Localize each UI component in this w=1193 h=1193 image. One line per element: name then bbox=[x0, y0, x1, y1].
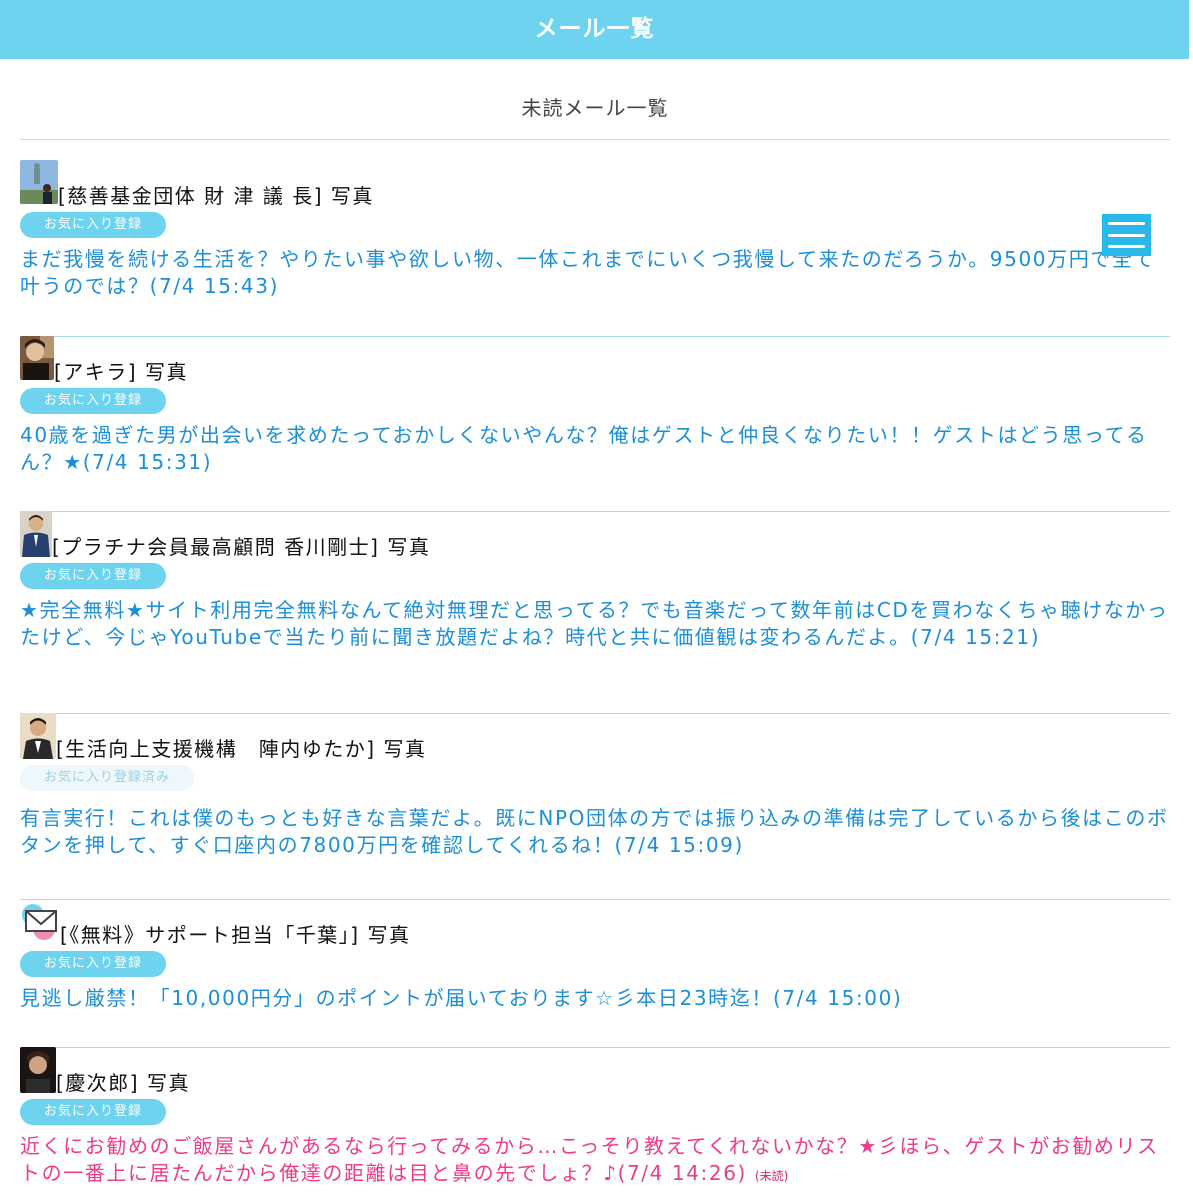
mail-preview[interactable]: ★完全無料★サイト利用完全無料なんて絶対無理だと思ってる？でも音楽だって数年前は… bbox=[20, 597, 1170, 651]
avatar[interactable] bbox=[20, 713, 56, 759]
menu-line bbox=[1108, 233, 1145, 237]
sender-name[interactable]: [慈善基金団体 財 津 議 長] 写真 bbox=[58, 184, 374, 208]
mail-preview[interactable]: 有言実行！これは僕のもっとも好きな言葉だよ。既にNPO団体の方では振り込みの準備… bbox=[20, 805, 1170, 859]
mail-preview-text: 近くにお勧めのご飯屋さんがあるなら行ってみるから…こっそり教えてくれないかな？★… bbox=[20, 1134, 1159, 1185]
favorite-button[interactable]: お気に入り登録 bbox=[20, 212, 167, 238]
favorite-button[interactable]: お気に入り登録 bbox=[20, 1099, 167, 1125]
mail-preview-unread[interactable]: 近くにお勧めのご飯屋さんがあるなら行ってみるから…こっそり教えてくれないかな？★… bbox=[20, 1133, 1170, 1190]
favorite-button[interactable]: お気に入り登録 bbox=[20, 563, 167, 589]
sender-name[interactable]: [生活向上支援機構 陣内ゆたか] 写真 bbox=[56, 737, 426, 761]
page-title: メール一覧 bbox=[534, 16, 655, 42]
avatar[interactable] bbox=[20, 1047, 56, 1093]
section-title: 未読メール一覧 bbox=[20, 88, 1170, 140]
avatar[interactable] bbox=[20, 511, 52, 557]
favorite-button[interactable]: お気に入り登録 bbox=[20, 951, 167, 977]
sender-name[interactable]: [プラチナ会員最高顧問 香川剛士] 写真 bbox=[52, 535, 430, 559]
mail-item[interactable]: [慈善基金団体 財 津 議 長] 写真 お気に入り登録 まだ我慢を続ける生活を？… bbox=[20, 160, 1170, 337]
unread-badge: (未読) bbox=[754, 1169, 789, 1183]
mail-preview[interactable]: 40歳を過ぎた男が出会いを求めたっておかしくないやんな？俺はゲストと仲良くなりた… bbox=[20, 422, 1170, 476]
avatar[interactable] bbox=[20, 160, 58, 204]
favorite-registered-badge[interactable]: お気に入り登録済み bbox=[20, 765, 195, 791]
header-bar: メール一覧 bbox=[0, 0, 1189, 59]
mail-item[interactable]: [慶次郎] 写真 お気に入り登録 近くにお勧めのご飯屋さんがあるなら行ってみるか… bbox=[20, 1047, 1170, 1193]
menu-line bbox=[1108, 222, 1145, 225]
mail-preview[interactable]: 見逃し厳禁！「10,000円分」のポイントが届いております☆彡本日23時迄！(7… bbox=[20, 985, 1170, 1012]
sender-name[interactable]: [アキラ] 写真 bbox=[54, 360, 188, 384]
mail-preview[interactable]: まだ我慢を続ける生活を？やりたい事や欲しい物、一体これまでにいくつ我慢して来たの… bbox=[20, 246, 1170, 300]
sender-name[interactable]: [《無料》サポート担当「千葉」] 写真 bbox=[60, 923, 410, 947]
sender-name[interactable]: [慶次郎] 写真 bbox=[56, 1071, 190, 1095]
menu-line bbox=[1108, 245, 1145, 248]
avatar[interactable] bbox=[20, 336, 54, 380]
mail-item[interactable]: [生活向上支援機構 陣内ゆたか] 写真 お気に入り登録済み 有言実行！これは僕の… bbox=[20, 713, 1170, 900]
mail-item[interactable]: [アキラ] 写真 お気に入り登録 40歳を過ぎた男が出会いを求めたっておかしくな… bbox=[20, 336, 1170, 512]
hamburger-menu-icon[interactable] bbox=[1102, 214, 1151, 256]
mail-item[interactable]: [《無料》サポート担当「千葉」] 写真 お気に入り登録 見逃し厳禁！「10,00… bbox=[20, 899, 1170, 1048]
mail-envelope-icon[interactable] bbox=[20, 899, 64, 945]
mail-item[interactable]: [プラチナ会員最高顧問 香川剛士] 写真 お気に入り登録 ★完全無料★サイト利用… bbox=[20, 511, 1170, 714]
favorite-button[interactable]: お気に入り登録 bbox=[20, 388, 167, 414]
